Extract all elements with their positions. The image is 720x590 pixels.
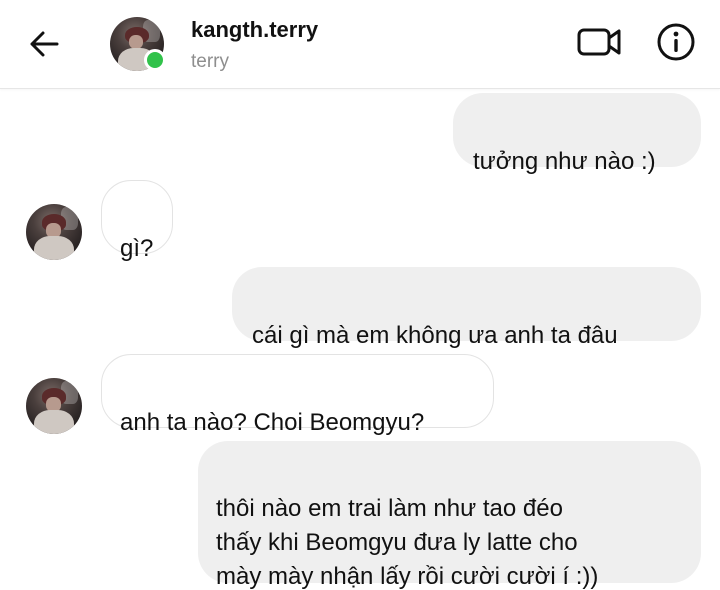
contact-avatar-button[interactable] — [110, 17, 166, 71]
sender-avatar[interactable] — [26, 378, 82, 434]
contact-subtitle: terry — [191, 51, 229, 72]
message-bubble-outgoing[interactable]: cái gì mà em không ưa anh ta đâu — [232, 267, 701, 349]
message-bubble-incoming[interactable]: gì? — [101, 180, 173, 262]
message-text: gì? — [120, 235, 154, 262]
message-text: thôi nào em trai làm như tao đéo thấy kh… — [216, 495, 599, 590]
contact-name[interactable]: kangth.terry — [191, 17, 318, 43]
info-button[interactable] — [652, 18, 700, 66]
sender-avatar[interactable] — [26, 204, 82, 260]
video-call-button[interactable] — [574, 20, 624, 64]
message-text: cái gì mà em không ưa anh ta đâu — [252, 322, 618, 349]
video-camera-icon — [577, 28, 621, 56]
back-button[interactable] — [22, 22, 66, 66]
message-text: tưởng như nào :) — [473, 148, 656, 175]
chat-header: kangth.terry terry — [0, 0, 720, 89]
info-icon — [657, 23, 695, 61]
message-bubble-incoming[interactable]: anh ta nào? Choi Beomgyu? — [101, 354, 494, 436]
message-bubble-outgoing[interactable]: thôi nào em trai làm như tao đéo thấy kh… — [198, 441, 701, 590]
online-status-dot — [144, 49, 166, 71]
message-text: anh ta nào? Choi Beomgyu? — [120, 409, 425, 436]
arrow-left-icon — [30, 31, 59, 57]
chat-screen: kangth.terry terry tưởng như nào :) gì? — [0, 0, 720, 590]
message-bubble-outgoing[interactable]: tưởng như nào :) — [453, 93, 701, 175]
